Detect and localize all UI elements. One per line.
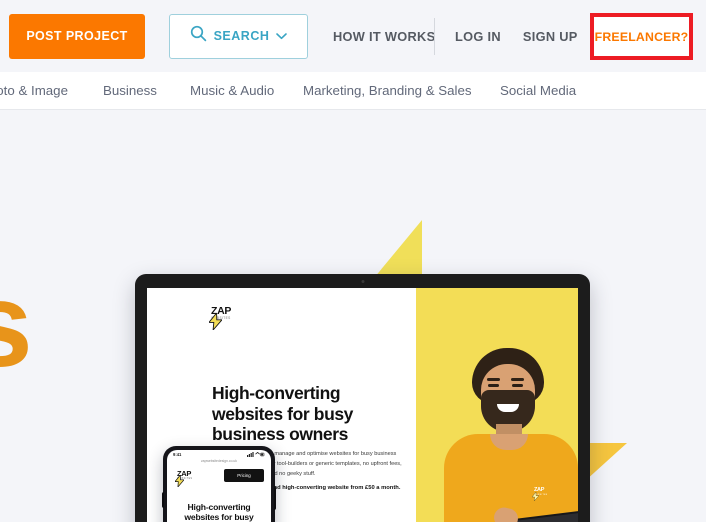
hero-heading-fragment: s	[0, 265, 33, 385]
signal-wifi-battery-icon	[247, 451, 265, 458]
phone-zap-logo[interactable]: ZAP WEBSITES	[175, 470, 193, 487]
freelancer-highlight-box: FREELANCER?	[590, 13, 693, 60]
phone-page-heading: High-converting websites for busy busine…	[184, 502, 254, 522]
phone-power-button	[274, 486, 276, 510]
phone-mockup: 9:41 zapwebsitedesign.co.uk ZAP WEBSITES…	[162, 446, 276, 522]
phone-screen: 9:41 zapwebsitedesign.co.uk ZAP WEBSITES…	[167, 450, 271, 522]
hero-section: s Pricing	[0, 110, 706, 522]
category-business[interactable]: Business	[103, 83, 157, 98]
nav-divider	[434, 18, 435, 55]
chevron-down-icon	[276, 27, 288, 45]
freelancer-link[interactable]: FREELANCER?	[595, 30, 689, 44]
phone-pricing-button[interactable]: Pricing	[224, 469, 264, 482]
phone-status-time: 9:41	[173, 452, 182, 457]
category-nav-bar: Photo & Image Business Music & Audio Mar…	[0, 72, 706, 110]
category-marketing-branding-sales[interactable]: Marketing, Branding & Sales	[303, 83, 472, 98]
post-project-button[interactable]: POST PROJECT	[9, 13, 145, 59]
shirt-zap-logo: ZAP WEBSITES	[532, 487, 548, 501]
laptop-screen-right-panel: Pricing	[416, 288, 578, 522]
category-music-audio[interactable]: Music & Audio	[190, 83, 274, 98]
person-eyebrow-right	[511, 378, 524, 381]
laptop-camera-icon	[361, 280, 364, 283]
page-root: POST PROJECT SEARCH HOW IT WORKS LOG IN …	[0, 0, 706, 522]
how-it-works-link[interactable]: HOW IT WORKS	[333, 29, 435, 44]
log-in-link[interactable]: LOG IN	[455, 29, 501, 44]
person-eye-right	[512, 384, 523, 387]
search-icon	[190, 25, 207, 47]
person-eye-left	[488, 384, 499, 387]
search-label: SEARCH	[213, 29, 270, 43]
category-social-media[interactable]: Social Media	[500, 83, 576, 98]
phone-url-bar[interactable]: zapwebsitedesign.co.uk	[167, 459, 271, 463]
phone-volume-buttons	[162, 492, 164, 508]
auth-links-group: LOG IN SIGN UP	[455, 0, 592, 72]
person-eyebrow-left	[487, 378, 500, 381]
laptop-zap-logo[interactable]: ZAP WEBSITES	[209, 306, 231, 330]
sign-up-link[interactable]: SIGN UP	[523, 29, 578, 44]
search-button[interactable]: SEARCH	[169, 13, 308, 59]
person-illustration: ZAP WEBSITES	[436, 348, 578, 522]
phone-status-bar: 9:41	[167, 450, 271, 459]
decor-triangle-left	[374, 220, 422, 278]
category-photo-image[interactable]: Photo & Image	[0, 83, 68, 98]
decor-triangle-right	[585, 443, 627, 481]
laptop-page-heading: High-converting websites for busy busine…	[212, 383, 354, 445]
